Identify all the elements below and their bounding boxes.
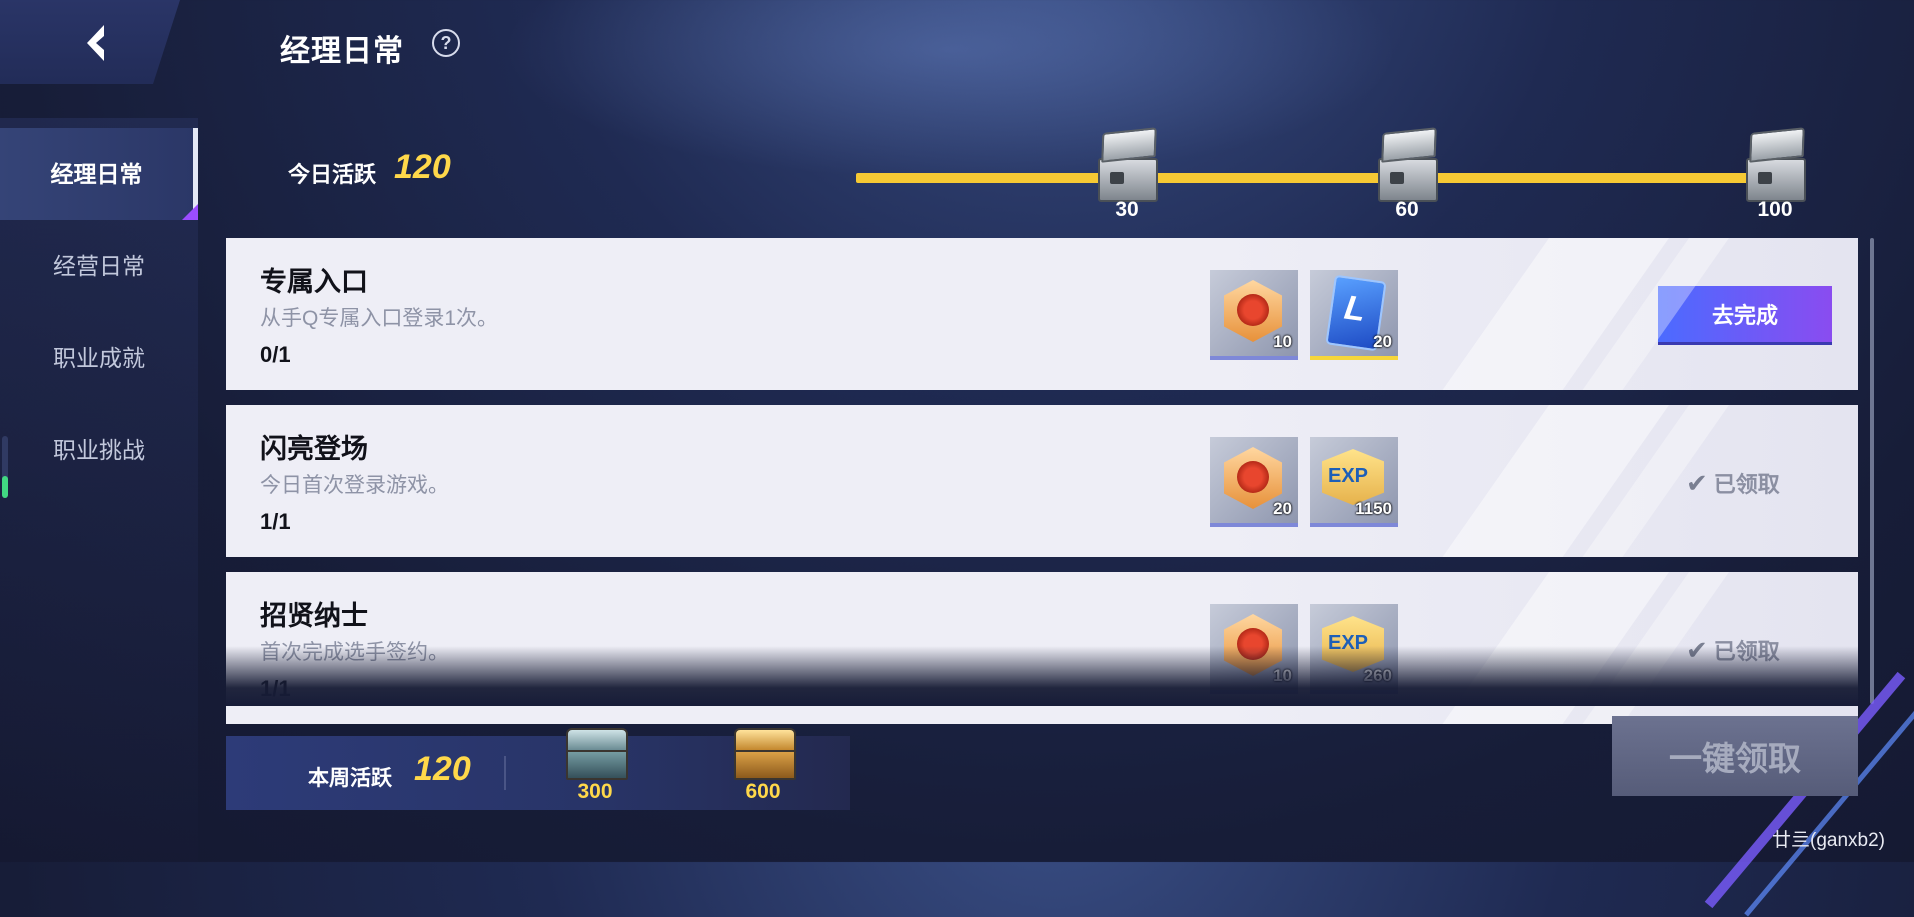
sidebar-item-business-daily[interactable]: 经营日常: [0, 220, 198, 312]
silver-chest-open-icon[interactable]: [1374, 127, 1440, 202]
medal-coin-icon[interactable]: 10: [1210, 270, 1298, 360]
exp-badge-icon[interactable]: 1150: [1310, 437, 1398, 527]
watermark: 廿亖(ganxb2): [1772, 830, 1885, 851]
reward-quantity: 20: [1273, 499, 1292, 518]
sidebar-item-career-achievement[interactable]: 职业成就: [0, 312, 198, 404]
lpl-card-icon[interactable]: 20: [1310, 270, 1398, 360]
reward-quantity: 10: [1273, 332, 1292, 351]
claimed-label: 已领取: [1713, 639, 1780, 664]
task-progress: 0/1: [260, 342, 291, 367]
sidebar-item-manager-daily[interactable]: 经理日常: [0, 128, 198, 220]
reward-quantity: 10: [1273, 666, 1292, 685]
claimed-status: ✔ 已领取: [1686, 634, 1780, 666]
weekly-milestone-label: 300: [577, 780, 613, 803]
silver-chest-open-icon[interactable]: [1094, 127, 1160, 202]
weekly-milestone-label: 600: [745, 780, 781, 803]
claim-all-button[interactable]: 一键领取: [1612, 716, 1858, 796]
medal-coin-icon[interactable]: 10: [1210, 604, 1298, 694]
task-card: 闪亮登场 今日首次登录游戏。 1/1 20 1150 ✔已领取: [226, 405, 1858, 557]
page-title: 经理日常: [280, 35, 404, 68]
silver-chest-icon[interactable]: [562, 728, 628, 780]
task-description: 今日首次登录游戏。: [260, 474, 449, 497]
task-description: 首次完成选手签约。: [260, 641, 449, 664]
weekly-activity-panel: 本周活跃 120 300 600: [226, 728, 850, 810]
checkmark-icon: ✔: [1686, 635, 1708, 665]
weekly-activity-value: 120: [414, 750, 471, 788]
task-title: 招贤纳士: [260, 601, 368, 631]
sidebar-item-career-challenge[interactable]: 职业挑战: [0, 404, 198, 496]
task-description: 从手Q专属入口登录1次。: [260, 307, 499, 330]
medal-coin-icon[interactable]: 20: [1210, 437, 1298, 527]
reward-quantity: 1150: [1355, 499, 1392, 518]
question-circle-icon[interactable]: ?: [432, 29, 460, 57]
milestone-label: 30: [1115, 198, 1139, 221]
daily-activity-progress-bar: [856, 173, 1780, 183]
task-card: 专属入口 从手Q专属入口登录1次。 0/1 10 20 去完成: [226, 238, 1858, 390]
divider: [504, 756, 506, 790]
silver-chest-open-icon[interactable]: [1742, 127, 1808, 202]
back-arrow-icon: [87, 25, 104, 61]
checkmark-icon: ✔: [1686, 468, 1708, 498]
reward-quantity: 20: [1373, 332, 1392, 351]
task-list-scrollbar[interactable]: [1870, 238, 1874, 704]
task-title: 闪亮登场: [260, 434, 368, 464]
weekly-activity-label: 本周活跃: [308, 767, 392, 790]
daily-activity-value: 120: [394, 148, 451, 186]
task-progress: 1/1: [260, 676, 291, 701]
go-complete-button[interactable]: 去完成: [1658, 286, 1832, 342]
milestone-label: 100: [1757, 198, 1793, 221]
sidebar-scrollbar[interactable]: [2, 436, 8, 498]
reward-quantity: 260: [1363, 666, 1392, 685]
back-button[interactable]: [0, 0, 180, 84]
daily-activity-label: 今日活跃: [288, 162, 377, 187]
task-progress: 1/1: [260, 509, 291, 534]
claimed-status: ✔ 已领取: [1686, 467, 1780, 499]
claimed-label: 已领取: [1713, 472, 1780, 497]
task-card: 招贤纳士 首次完成选手签约。 1/1 10 260 ✔已领取: [226, 572, 1858, 724]
sidebar: 经理日常 经营日常 职业成就 职业挑战: [0, 118, 198, 862]
task-title: 专属入口: [260, 267, 368, 297]
background-glow: [500, 0, 1400, 180]
milestone-label: 60: [1395, 198, 1419, 221]
exp-badge-icon[interactable]: 260: [1310, 604, 1398, 694]
gold-chest-icon[interactable]: [730, 728, 796, 780]
